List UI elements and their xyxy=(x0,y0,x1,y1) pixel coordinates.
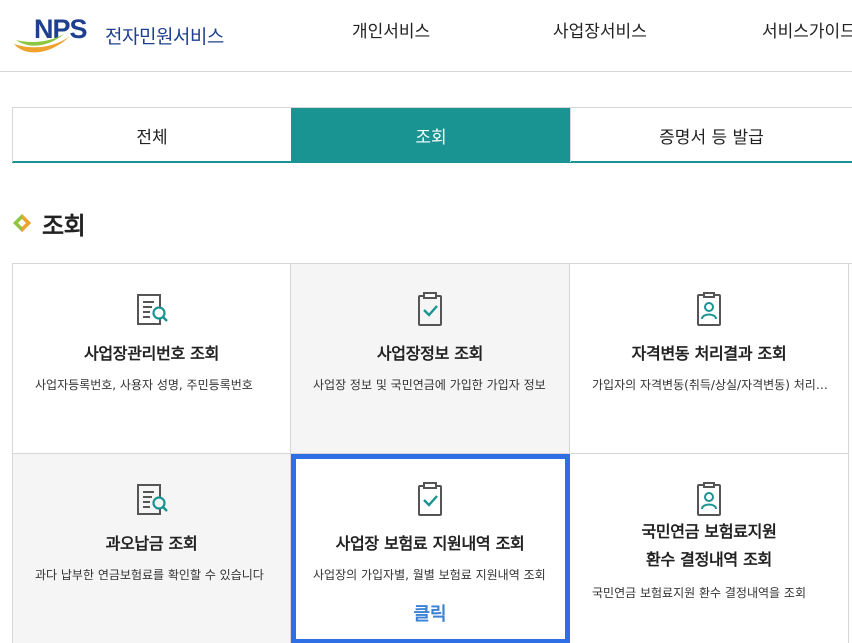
card-description: 사업장의 가입자별, 월별 보험료 지원내역 조회 xyxy=(313,568,546,582)
document-search-icon xyxy=(136,484,168,515)
section-heading: 조회 xyxy=(12,206,86,240)
card-title: 사업장관리번호 조회 xyxy=(83,344,220,363)
card-premium-support-recovery-inquiry[interactable]: 국민연금 보험료지원 환수 결정내역 조회 국민연금 보험료지원 환수 결정내역… xyxy=(570,454,849,643)
card-title: 사업장정보 조회 xyxy=(376,344,484,363)
person-badge-icon xyxy=(697,482,721,516)
service-card-grid: 사업장관리번호 조회 사업자등록번호, 사용자 성명, 주민등록번호 사업장정보… xyxy=(12,263,852,643)
card-business-number-inquiry[interactable]: 사업장관리번호 조회 사업자등록번호, 사용자 성명, 주민등록번호 xyxy=(12,264,291,454)
card-business-info-inquiry[interactable]: 사업장정보 조회 사업장 정보 및 국민연금에 가입한 가입자 정보 xyxy=(291,264,570,454)
card-title: 자격변동 처리결과 조회 xyxy=(631,344,787,363)
global-nav: 개인서비스 사업장서비스 서비스가이드 xyxy=(0,20,852,44)
tab-certificate[interactable]: 증명서 등 발급 xyxy=(570,108,852,162)
person-badge-icon xyxy=(697,292,721,326)
click-hint-label: 클릭 xyxy=(413,604,447,625)
card-description: 가입자의 자격변동(취득/상실/자격변동) 처리결과 xyxy=(592,378,832,392)
clipboard-check-icon xyxy=(418,292,442,326)
clipboard-check-icon xyxy=(418,482,442,516)
card-title: 과오납금 조회 xyxy=(105,534,198,553)
card-qualification-change-inquiry[interactable]: 자격변동 처리결과 조회 가입자의 자격변동(취득/상실/자격변동) 처리결과 xyxy=(570,264,849,454)
nav-personal-service[interactable]: 개인서비스 xyxy=(352,20,430,44)
card-description: 사업장 정보 및 국민연금에 가입한 가입자 정보 xyxy=(313,378,546,392)
card-title: 사업장 보험료 지원내역 조회 xyxy=(335,534,525,553)
nav-service-guide[interactable]: 서비스가이드 xyxy=(762,20,852,44)
card-title-line1: 국민연금 보험료지원 xyxy=(641,522,777,541)
card-overpayment-inquiry[interactable]: 과오납금 조회 과다 납부한 연금보험료를 확인할 수 있습니다 xyxy=(12,454,291,643)
document-search-icon xyxy=(136,294,168,325)
tab-all[interactable]: 전체 xyxy=(12,108,291,162)
tab-inquiry[interactable]: 조회 xyxy=(291,108,570,162)
category-tabs: 전체 조회 증명서 등 발급 xyxy=(12,107,852,163)
section-title: 조회 xyxy=(42,211,86,240)
card-premium-support-inquiry[interactable]: 사업장 보험료 지원내역 조회 사업장의 가입자별, 월별 보험료 지원내역 조… xyxy=(291,454,570,643)
card-description: 과다 납부한 연금보험료를 확인할 수 있습니다 xyxy=(35,568,264,582)
diamond-bullet-icon xyxy=(13,214,31,232)
card-title-line2: 환수 결정내역 조회 xyxy=(646,550,772,569)
card-description: 국민연금 보험료지원 환수 결정내역을 조회 xyxy=(592,586,806,600)
nav-business-service[interactable]: 사업장서비스 xyxy=(553,20,647,44)
card-description: 사업자등록번호, 사용자 성명, 주민등록번호 xyxy=(35,378,253,392)
site-header: NPS 전자민원서비스 개인서비스 사업장서비스 서비스가이드 xyxy=(0,0,852,72)
